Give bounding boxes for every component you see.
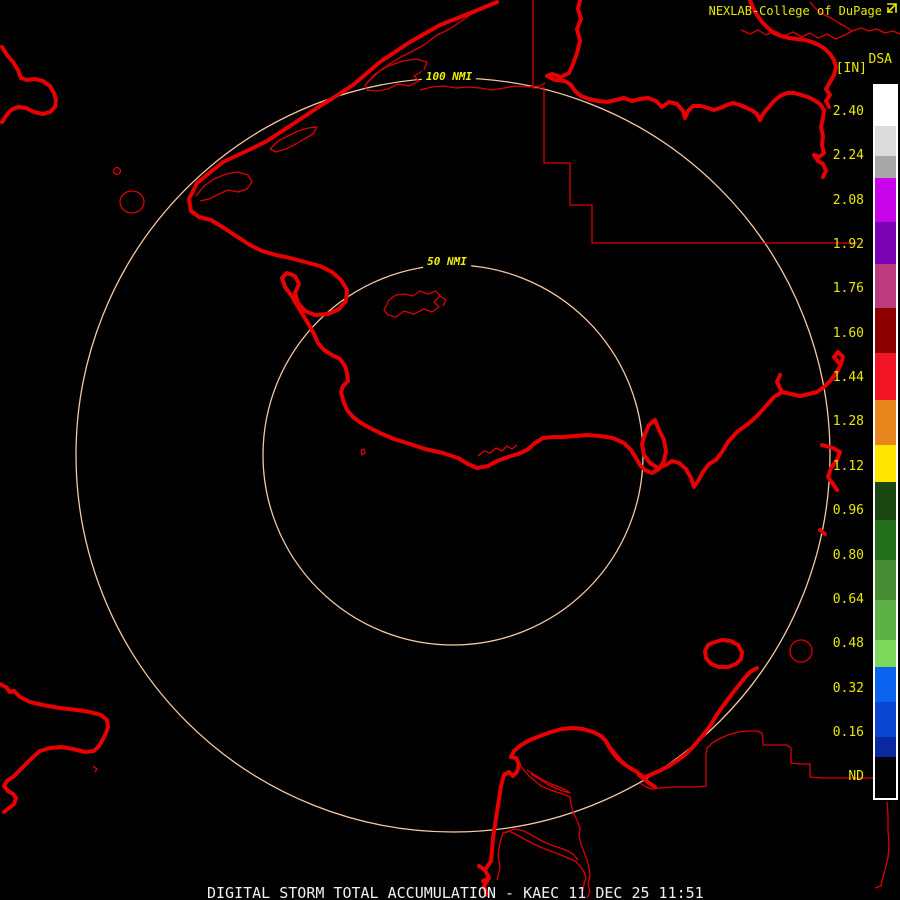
- color-scale-segment: [875, 156, 896, 178]
- color-scale-segment: [875, 667, 896, 702]
- radar-display: NEXLAB-College of DuPage DSA [IN] 100 NM…: [0, 0, 900, 900]
- color-scale-label: 2.24: [833, 149, 864, 162]
- product-title-text: DIGITAL STORM TOTAL ACCUMULATION - KAEC …: [207, 886, 704, 900]
- color-scale-segment: [875, 353, 896, 400]
- color-scale-label: 0.96: [833, 504, 864, 517]
- product-code-label: DSA: [869, 53, 892, 66]
- coast-main: [189, 2, 843, 487]
- color-scale-label: 2.08: [833, 194, 864, 207]
- island-bottom-center: [479, 728, 643, 895]
- color-scale-segment: [875, 600, 896, 640]
- color-scale-label: 0.80: [833, 549, 864, 562]
- coast-lower-right-diagonal: [639, 668, 757, 787]
- color-scale-segment: [875, 757, 896, 798]
- color-scale-label: 0.32: [833, 682, 864, 695]
- color-scale-label: 1.44: [833, 371, 864, 384]
- color-scale-segment: [875, 400, 896, 445]
- boundary-thin: [93, 0, 900, 898]
- color-scale-segment: [875, 702, 896, 737]
- color-scale-label: 0.48: [833, 637, 864, 650]
- brand-text: NEXLAB-College of DuPage: [709, 5, 882, 17]
- product-units-label: [IN]: [836, 62, 867, 75]
- color-scale-label: 0.64: [833, 593, 864, 606]
- color-scale-label: 1.76: [833, 282, 864, 295]
- island-circle-lower-right: [790, 640, 812, 662]
- color-scale-segment: [875, 640, 896, 667]
- islet-circle-left: [114, 168, 121, 175]
- coast-upper-right: [547, 0, 826, 177]
- color-scale-segment: [875, 178, 896, 222]
- color-scale-segment: [875, 308, 896, 353]
- color-scale-label: 1.92: [833, 238, 864, 251]
- coastline-thick: [0, 0, 843, 895]
- color-scale-label: 1.12: [833, 460, 864, 473]
- island-ring-lower-right: [705, 640, 742, 667]
- color-scale-segment: [875, 520, 896, 560]
- color-scale-segment: [875, 222, 896, 264]
- range-ring-label-100nmi: 100 NMI: [422, 70, 476, 83]
- lagoon-outline-center: [384, 291, 446, 317]
- color-scale-segment: [875, 445, 896, 482]
- color-scale-segment: [875, 737, 896, 757]
- color-scale-segment: [875, 560, 896, 600]
- color-scale-bar: [873, 84, 898, 800]
- boundary-below-colorbar: [93, 766, 889, 888]
- coast-left-top: [2, 47, 56, 122]
- color-scale-label: 0.16: [833, 726, 864, 739]
- color-scale-segment: [875, 86, 896, 126]
- color-scale-segment: [875, 482, 896, 520]
- color-scale-segment: [875, 264, 896, 308]
- color-scale-label: ND: [848, 770, 864, 783]
- color-scale-segment: [875, 126, 896, 156]
- coast-left-bottom: [0, 684, 108, 812]
- radar-map-canvas: [0, 0, 900, 900]
- arrow-box-icon: [885, 2, 898, 15]
- range-ring-label-50nmi: 50 NMI: [423, 255, 471, 268]
- color-scale-label: 1.60: [833, 327, 864, 340]
- color-scale-label: 2.40: [833, 105, 864, 118]
- county-boundary-stepped: [533, 0, 857, 243]
- color-scale-label: 1.28: [833, 415, 864, 428]
- island-circle-left: [120, 191, 144, 213]
